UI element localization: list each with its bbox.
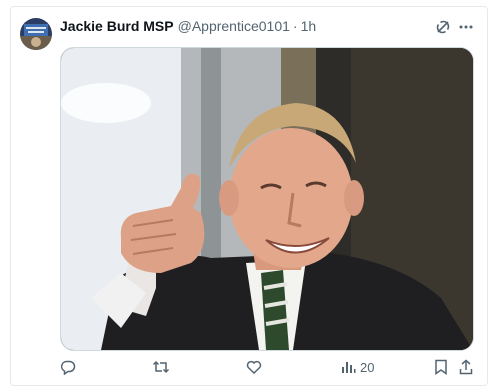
avatar[interactable] — [20, 18, 52, 50]
like-button[interactable] — [246, 356, 262, 378]
retweet-button[interactable] — [152, 356, 170, 378]
retweet-icon — [152, 360, 170, 374]
like-icon — [246, 360, 262, 375]
tweet-actions: 20 — [0, 356, 500, 378]
author-name[interactable]: Jackie Burd MSP — [60, 17, 174, 35]
reply-icon — [60, 360, 76, 375]
views-button[interactable]: 20 — [340, 356, 374, 378]
views-count: 20 — [360, 359, 375, 375]
bookmark-button[interactable] — [434, 356, 448, 378]
share-icon — [459, 359, 473, 375]
author-handle[interactable]: @Apprentice0101 — [178, 17, 290, 35]
bookmark-icon — [435, 359, 447, 375]
tweet-header: Jackie Burd MSP @Apprentice0101 · 1h — [60, 17, 316, 35]
separator: · — [292, 18, 298, 34]
share-button[interactable] — [459, 356, 473, 378]
more-icon[interactable] — [456, 17, 476, 37]
grok-icon[interactable] — [433, 17, 453, 37]
timestamp[interactable]: 1h — [301, 17, 317, 35]
tweet-image[interactable] — [60, 47, 474, 351]
views-icon — [342, 362, 356, 373]
reply-button[interactable] — [60, 356, 76, 378]
